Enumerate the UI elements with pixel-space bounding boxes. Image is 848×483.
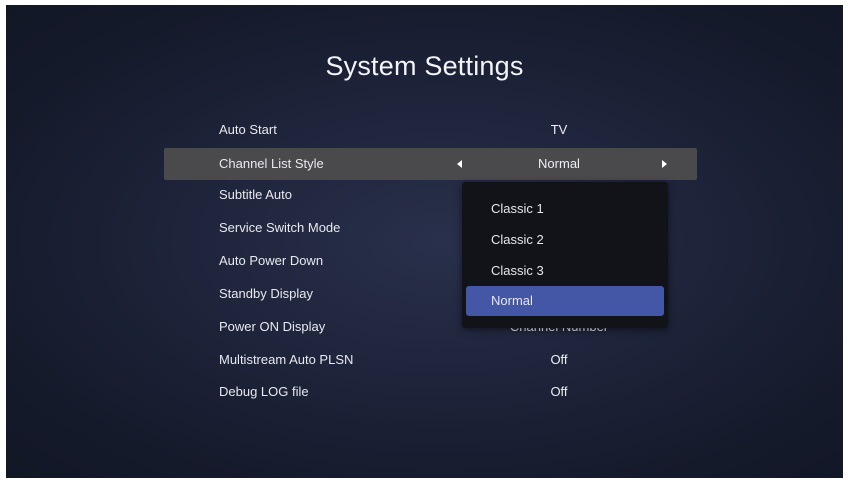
- dropdown-option-classic-3[interactable]: Classic 3: [466, 256, 664, 286]
- option-label: Normal: [491, 293, 533, 308]
- option-label: Classic 1: [491, 201, 544, 216]
- tv-screen: System Settings Auto Start TV Channel Li…: [6, 5, 843, 478]
- setting-label: Multistream Auto PLSN: [219, 352, 354, 367]
- option-label: Classic 2: [491, 232, 544, 247]
- dropdown-option-classic-2[interactable]: Classic 2: [466, 225, 664, 255]
- setting-label: Debug LOG file: [219, 384, 309, 399]
- setting-label: Standby Display: [219, 286, 313, 301]
- setting-label: Channel List Style: [219, 156, 324, 171]
- dropdown-option-classic-1[interactable]: Classic 1: [466, 194, 664, 224]
- setting-label: Subtitle Auto: [219, 187, 292, 202]
- setting-row-debug-log-file[interactable]: Debug LOG file Off: [164, 376, 697, 408]
- option-label: Classic 3: [491, 263, 544, 278]
- setting-row-multistream-auto-plsn[interactable]: Multistream Auto PLSN Off: [164, 344, 697, 376]
- setting-row-channel-list-style[interactable]: Channel List Style Normal: [164, 148, 697, 180]
- setting-label: Power ON Display: [219, 319, 326, 334]
- channel-list-style-dropdown[interactable]: Classic 1 Classic 2 Classic 3 Normal: [462, 182, 668, 328]
- setting-value: TV: [550, 122, 568, 137]
- caret-left-icon[interactable]: [457, 160, 462, 168]
- setting-label: Service Switch Mode: [219, 220, 341, 235]
- page-title: System Settings: [325, 51, 524, 81]
- setting-value: Off: [550, 384, 568, 399]
- setting-label: Auto Start: [219, 122, 277, 137]
- dropdown-option-normal[interactable]: Normal: [466, 286, 664, 316]
- setting-row-auto-start[interactable]: Auto Start TV: [164, 114, 697, 146]
- setting-value: Normal: [538, 156, 580, 171]
- setting-value: Off: [550, 352, 568, 367]
- caret-right-icon[interactable]: [662, 160, 667, 168]
- setting-label: Auto Power Down: [219, 253, 324, 268]
